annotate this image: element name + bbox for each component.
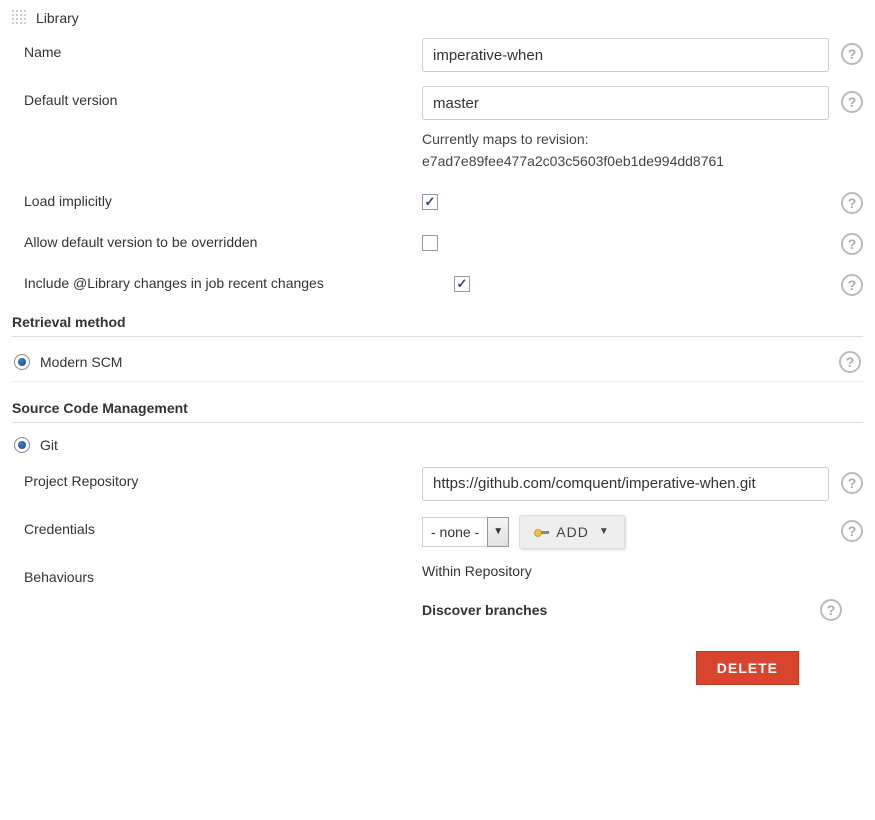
default-version-row: Default version Currently maps to revisi… [12, 86, 863, 173]
help-icon[interactable]: ? [841, 43, 863, 65]
discover-branches-item: Discover branches ? [422, 599, 842, 621]
within-repository-label: Within Repository [422, 563, 863, 579]
modern-scm-radio[interactable] [14, 354, 30, 370]
delete-button[interactable]: DELETE [696, 651, 799, 685]
git-radio[interactable] [14, 437, 30, 453]
chevron-down-icon[interactable]: ▼ [487, 517, 509, 547]
allow-override-checkbox[interactable] [422, 235, 438, 251]
default-version-label: Default version [24, 86, 422, 108]
credentials-label: Credentials [24, 515, 422, 537]
git-radio-row: Git [12, 429, 863, 461]
library-header: Library [12, 10, 863, 26]
credentials-row: Credentials - none - ▼ ADD ▼ ? [12, 515, 863, 549]
repo-row: Project Repository ? [12, 467, 863, 501]
repo-input[interactable] [422, 467, 829, 501]
git-label: Git [40, 437, 58, 453]
add-credentials-button[interactable]: ADD ▼ [519, 515, 624, 549]
drag-handle-icon[interactable] [12, 10, 28, 26]
repo-label: Project Repository [24, 467, 422, 489]
name-row: Name ? [12, 38, 863, 72]
credentials-select[interactable]: - none - ▼ [422, 517, 509, 547]
modern-scm-radio-row: Modern SCM ? [12, 343, 863, 382]
help-icon[interactable]: ? [841, 520, 863, 542]
revision-hash: e7ad7e89fee477a2c03c5603f0eb1de994dd8761 [422, 153, 724, 169]
behaviours-row: Behaviours Within Repository Discover br… [12, 563, 863, 621]
include-changes-label: Include @Library changes in job recent c… [24, 269, 454, 291]
library-title: Library [36, 10, 79, 26]
revision-note-prefix: Currently maps to revision: [422, 131, 589, 147]
help-icon[interactable]: ? [839, 351, 861, 373]
retrieval-method-heading: Retrieval method [12, 314, 863, 337]
allow-override-label: Allow default version to be overridden [24, 228, 422, 250]
add-label: ADD [556, 524, 589, 540]
allow-override-row: Allow default version to be overridden ? [12, 228, 863, 255]
include-changes-checkbox[interactable] [454, 276, 470, 292]
help-icon[interactable]: ? [841, 233, 863, 255]
name-label: Name [24, 38, 422, 60]
default-version-input[interactable] [422, 86, 829, 120]
revision-note: Currently maps to revision: e7ad7e89fee4… [422, 128, 829, 173]
chevron-down-icon: ▼ [599, 526, 610, 537]
help-icon[interactable]: ? [841, 192, 863, 214]
discover-branches-label: Discover branches [422, 602, 547, 618]
include-changes-row: Include @Library changes in job recent c… [12, 269, 863, 296]
help-icon[interactable]: ? [841, 91, 863, 113]
credentials-value: - none - [422, 517, 487, 547]
behaviours-label: Behaviours [24, 563, 422, 585]
help-icon[interactable]: ? [841, 472, 863, 494]
load-implicitly-row: Load implicitly ? [12, 187, 863, 214]
help-icon[interactable]: ? [820, 599, 842, 621]
modern-scm-label: Modern SCM [40, 354, 122, 370]
name-input[interactable] [422, 38, 829, 72]
load-implicitly-label: Load implicitly [24, 187, 422, 209]
key-icon [534, 527, 550, 537]
scm-heading: Source Code Management [12, 400, 863, 423]
help-icon[interactable]: ? [841, 274, 863, 296]
load-implicitly-checkbox[interactable] [422, 194, 438, 210]
